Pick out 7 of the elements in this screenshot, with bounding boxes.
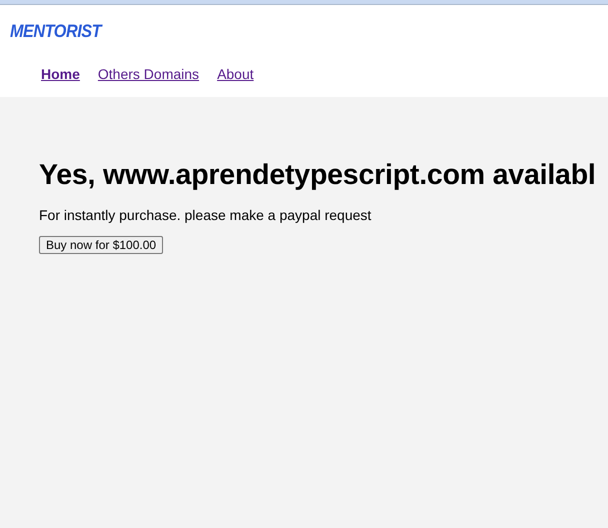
- heading: Yes, www.aprendetypescript.com availabl: [39, 158, 597, 193]
- nav-link[interactable]: Others Domains: [98, 66, 200, 82]
- message-text: For instantly purchase. please make a paypal request: [39, 207, 372, 223]
- logo[interactable]: MENTORIST: [10, 20, 102, 42]
- nav-link[interactable]: Home: [41, 66, 80, 82]
- buy-button[interactable]: Buy now for $100.00: [39, 236, 164, 254]
- nav-link[interactable]: About: [217, 66, 254, 82]
